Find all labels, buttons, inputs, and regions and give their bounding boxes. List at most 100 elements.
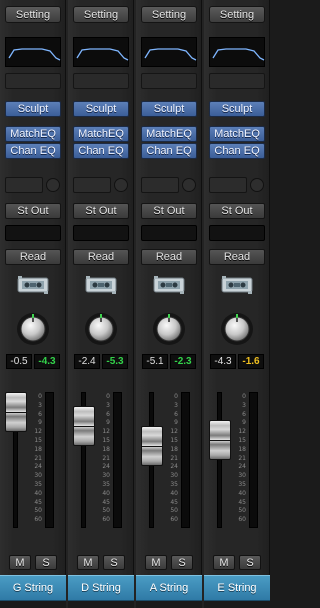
- track-name[interactable]: D String: [68, 575, 134, 601]
- output-button[interactable]: St Out: [141, 203, 197, 219]
- volume-readout[interactable]: -2.4: [74, 354, 100, 369]
- send-level-knob[interactable]: [46, 178, 60, 192]
- setting-button[interactable]: Setting: [73, 6, 129, 23]
- send-level-knob[interactable]: [114, 178, 128, 192]
- fader-scale-tick: 15: [238, 437, 246, 444]
- plugin-slot[interactable]: Chan EQ: [209, 143, 265, 159]
- plugin-slot[interactable]: Sculpt: [73, 101, 129, 117]
- volume-fader[interactable]: [209, 420, 231, 461]
- pan-knob[interactable]: [220, 312, 254, 346]
- volume-readout[interactable]: -5.1: [142, 354, 168, 369]
- setting-button[interactable]: Setting: [5, 6, 61, 23]
- send-slot[interactable]: [209, 177, 247, 193]
- fader-scale-tick: 35: [238, 481, 246, 488]
- eq-curve-icon: [144, 48, 197, 61]
- pan-knob[interactable]: [152, 312, 186, 346]
- group-slot[interactable]: [73, 225, 129, 241]
- fader-scale-tick: 6: [106, 410, 110, 418]
- strip-footer: [136, 601, 202, 608]
- volume-fader[interactable]: [5, 391, 27, 432]
- channel-strip: Setting Sculpt MatchEQ Chan EQ St Out Re…: [68, 0, 134, 608]
- midi-fx-slot[interactable]: [5, 73, 61, 89]
- strip-footer: [68, 601, 134, 608]
- solo-button[interactable]: S: [239, 555, 261, 570]
- plugin-slot[interactable]: MatchEQ: [209, 126, 265, 142]
- solo-button[interactable]: S: [35, 555, 57, 570]
- instrument-icon[interactable]: [85, 275, 117, 295]
- plugin-slot[interactable]: Sculpt: [5, 101, 61, 117]
- level-meter: [45, 392, 54, 528]
- peak-readout[interactable]: -5.3: [102, 354, 128, 369]
- midi-fx-slot[interactable]: [73, 73, 129, 89]
- send-slot[interactable]: [141, 177, 179, 193]
- mute-button[interactable]: M: [145, 555, 167, 570]
- volume-readout[interactable]: -4.3: [210, 354, 236, 369]
- fader-scale-tick: 6: [174, 410, 178, 418]
- track-name[interactable]: G String: [0, 575, 66, 601]
- channel-strip: Setting Sculpt MatchEQ Chan EQ St Out Re…: [136, 0, 202, 608]
- volume-readout[interactable]: -0.5: [6, 354, 32, 369]
- fader-scale-tick: 40: [170, 489, 178, 497]
- mute-button[interactable]: M: [213, 555, 235, 570]
- plugin-slot[interactable]: MatchEQ: [73, 126, 129, 142]
- plugin-slot[interactable]: Sculpt: [209, 101, 265, 117]
- eq-display[interactable]: [73, 37, 129, 67]
- fader-scale-tick: 50: [102, 507, 110, 515]
- peak-readout[interactable]: -4.3: [34, 354, 60, 369]
- fader-scale-tick: 12: [102, 428, 110, 436]
- solo-button[interactable]: S: [103, 555, 125, 570]
- fader-scale-tick: 21: [170, 454, 178, 462]
- send-level-knob[interactable]: [182, 178, 196, 192]
- solo-button[interactable]: S: [171, 555, 193, 570]
- peak-readout[interactable]: -1.6: [238, 354, 264, 369]
- fader-scale-tick: 0: [38, 393, 42, 400]
- fader-scale-tick: 30: [102, 472, 110, 480]
- fader-scale-tick: 9: [174, 419, 178, 427]
- volume-fader[interactable]: [73, 406, 95, 446]
- automation-mode-button[interactable]: Read: [141, 249, 197, 265]
- eq-curve-icon: [212, 48, 265, 61]
- midi-fx-slot[interactable]: [141, 73, 197, 89]
- fader-scale-tick: 30: [34, 472, 42, 480]
- output-button[interactable]: St Out: [73, 203, 129, 219]
- mute-button[interactable]: M: [9, 555, 31, 570]
- automation-mode-button[interactable]: Read: [5, 249, 61, 265]
- pan-knob[interactable]: [84, 312, 118, 346]
- plugin-slot[interactable]: Chan EQ: [73, 143, 129, 159]
- track-name[interactable]: A String: [136, 575, 202, 601]
- group-slot[interactable]: [209, 225, 265, 241]
- output-button[interactable]: St Out: [5, 203, 61, 219]
- track-name[interactable]: E String: [204, 575, 270, 601]
- plugin-slot[interactable]: Sculpt: [141, 101, 197, 117]
- pan-knob[interactable]: [16, 312, 50, 346]
- setting-button[interactable]: Setting: [209, 6, 265, 23]
- output-button[interactable]: St Out: [209, 203, 265, 219]
- plugin-slot[interactable]: MatchEQ: [141, 126, 197, 142]
- volume-fader[interactable]: [141, 426, 163, 467]
- peak-readout[interactable]: -2.3: [170, 354, 196, 369]
- fader-scale-tick: 3: [174, 401, 178, 409]
- instrument-icon[interactable]: [153, 275, 185, 295]
- send-level-knob[interactable]: [250, 178, 264, 192]
- plugin-slot[interactable]: Chan EQ: [141, 143, 197, 159]
- group-slot[interactable]: [141, 225, 197, 241]
- eq-display[interactable]: [141, 37, 197, 67]
- instrument-icon[interactable]: [17, 275, 49, 295]
- group-slot[interactable]: [5, 225, 61, 241]
- instrument-icon[interactable]: [221, 275, 253, 295]
- fader-scale-tick: 24: [102, 463, 110, 471]
- automation-mode-button[interactable]: Read: [209, 249, 265, 265]
- fader-scale-tick: 18: [170, 445, 178, 453]
- send-slot[interactable]: [73, 177, 111, 193]
- send-slot[interactable]: [5, 177, 43, 193]
- plugin-slot[interactable]: Chan EQ: [5, 143, 61, 159]
- plugin-slot[interactable]: MatchEQ: [5, 126, 61, 142]
- fader-scale-tick: 12: [34, 428, 42, 436]
- mute-button[interactable]: M: [77, 555, 99, 570]
- eq-display[interactable]: [5, 37, 61, 67]
- automation-mode-button[interactable]: Read: [73, 249, 129, 265]
- fader-scale-tick: 3: [242, 401, 246, 409]
- eq-display[interactable]: [209, 37, 265, 67]
- midi-fx-slot[interactable]: [209, 73, 265, 89]
- setting-button[interactable]: Setting: [141, 6, 197, 23]
